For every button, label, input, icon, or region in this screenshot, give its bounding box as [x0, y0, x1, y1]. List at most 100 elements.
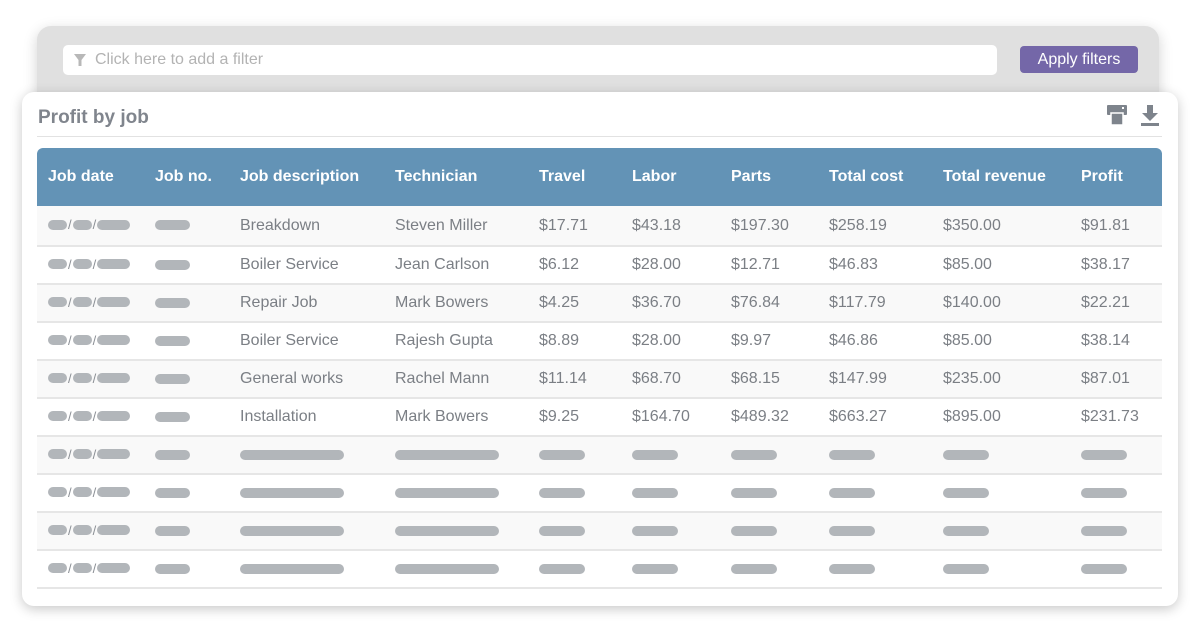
filter-input[interactable]: Click here to add a filter [63, 45, 997, 75]
cell-total-revenue-placeholder [932, 436, 1070, 475]
redacted-date: / / [48, 371, 131, 386]
column-header-total-cost[interactable]: Total cost [818, 148, 932, 206]
cell-job-description: Breakdown [229, 206, 384, 247]
cell-job-date: / / [37, 322, 144, 361]
column-header-travel[interactable]: Travel [528, 148, 621, 206]
cell-labor: $43.18 [621, 206, 720, 247]
cell-total-cost: $258.19 [818, 206, 932, 247]
placeholder-bar [829, 525, 875, 536]
placeholder-bar [395, 563, 499, 574]
column-header-job-no[interactable]: Job no. [144, 148, 229, 206]
cell-total-cost-placeholder [818, 436, 932, 475]
cell-job-description: General works [229, 360, 384, 399]
column-header-labor[interactable]: Labor [621, 148, 720, 206]
placeholder-bar [1081, 525, 1127, 536]
redacted-job-number [155, 220, 190, 231]
cell-parts: $68.15 [720, 360, 818, 399]
cell-job-no [144, 322, 229, 361]
download-icon [1141, 105, 1159, 126]
cell-total-revenue: $895.00 [932, 398, 1070, 437]
cell-job-no [144, 246, 229, 285]
placeholder-bar [539, 525, 585, 536]
redacted-job-number [155, 411, 190, 422]
column-header-total-revenue[interactable]: Total revenue [932, 148, 1070, 206]
placeholder-bar [829, 563, 875, 574]
cell-travel-placeholder [528, 512, 621, 551]
cell-technician-placeholder [384, 436, 528, 475]
cell-job-no [144, 284, 229, 323]
cell-technician-placeholder [384, 550, 528, 589]
column-header-job-description[interactable]: Job description [229, 148, 384, 206]
apply-filters-button[interactable]: Apply filters [1020, 46, 1138, 73]
placeholder-row: / / [37, 474, 1162, 513]
filter-funnel-icon [74, 54, 86, 66]
column-header-profit[interactable]: Profit [1070, 148, 1162, 206]
cell-job-description: Boiler Service [229, 246, 384, 285]
cell-travel: $17.71 [528, 206, 621, 247]
redacted-date: / / [48, 485, 131, 500]
cell-total-cost: $117.79 [818, 284, 932, 323]
cell-job-date: / / [37, 360, 144, 399]
cell-technician: Steven Miller [384, 206, 528, 247]
cell-job-no [144, 360, 229, 399]
cell-total-cost: $663.27 [818, 398, 932, 437]
placeholder-bar [539, 449, 585, 460]
cell-total-revenue: $85.00 [932, 322, 1070, 361]
table-row[interactable]: / / Installation Mark Bowers $9.25 $164.70 $48… [37, 398, 1162, 437]
placeholder-bar [240, 449, 344, 460]
cell-total-cost: $46.86 [818, 322, 932, 361]
cell-labor: $28.00 [621, 246, 720, 285]
cell-technician: Rachel Mann [384, 360, 528, 399]
cell-profit: $38.14 [1070, 322, 1162, 361]
cell-parts: $489.32 [720, 398, 818, 437]
download-button[interactable] [1138, 103, 1162, 127]
cell-profit-placeholder [1070, 512, 1162, 551]
cell-profit: $91.81 [1070, 206, 1162, 247]
cell-job-description-placeholder [229, 550, 384, 589]
redacted-date: / / [48, 523, 131, 538]
placeholder-bar [240, 525, 344, 536]
cell-labor-placeholder [621, 436, 720, 475]
cell-job-no [144, 436, 229, 475]
cell-total-revenue: $85.00 [932, 246, 1070, 285]
cell-travel: $4.25 [528, 284, 621, 323]
placeholder-bar [632, 487, 678, 498]
redacted-date: / / [48, 409, 131, 424]
redacted-job-number [155, 297, 190, 308]
cell-job-date: / / [37, 550, 144, 589]
redacted-date: / / [48, 295, 131, 310]
placeholder-row: / / [37, 550, 1162, 589]
cell-total-revenue-placeholder [932, 474, 1070, 513]
print-button[interactable] [1105, 103, 1129, 127]
table-row[interactable]: / / Repair Job Mark Bowers $4.25 $36.70 $76.84… [37, 284, 1162, 323]
cell-job-description: Repair Job [229, 284, 384, 323]
table-row[interactable]: / / Boiler Service Rajesh Gupta $8.89 $28.00 $… [37, 322, 1162, 361]
cell-profit-placeholder [1070, 474, 1162, 513]
cell-labor: $164.70 [621, 398, 720, 437]
placeholder-row: / / [37, 512, 1162, 551]
table-row[interactable]: / / General works Rachel Mann $11.14 $68.70 $6… [37, 360, 1162, 399]
cell-total-cost-placeholder [818, 474, 932, 513]
column-header-technician[interactable]: Technician [384, 148, 528, 206]
cell-total-revenue: $140.00 [932, 284, 1070, 323]
cell-travel: $11.14 [528, 360, 621, 399]
cell-profit: $22.21 [1070, 284, 1162, 323]
cell-profit-placeholder [1070, 550, 1162, 589]
placeholder-bar [829, 487, 875, 498]
cell-job-date: / / [37, 284, 144, 323]
cell-labor: $28.00 [621, 322, 720, 361]
cell-parts: $12.71 [720, 246, 818, 285]
column-header-job-date[interactable]: Job date [37, 148, 144, 206]
placeholder-bar [943, 563, 989, 574]
redacted-job-number [155, 449, 190, 460]
redacted-date: / / [48, 217, 131, 232]
cell-labor: $36.70 [621, 284, 720, 323]
column-header-parts[interactable]: Parts [720, 148, 818, 206]
cell-job-date: / / [37, 512, 144, 551]
cell-technician: Mark Bowers [384, 398, 528, 437]
cell-travel-placeholder [528, 474, 621, 513]
table-row[interactable]: / / Boiler Service Jean Carlson $6.12 $28.00 $… [37, 246, 1162, 285]
cell-travel: $8.89 [528, 322, 621, 361]
placeholder-bar [395, 449, 499, 460]
table-row[interactable]: / / Breakdown Steven Miller $17.71 $43.18 $197… [37, 206, 1162, 247]
